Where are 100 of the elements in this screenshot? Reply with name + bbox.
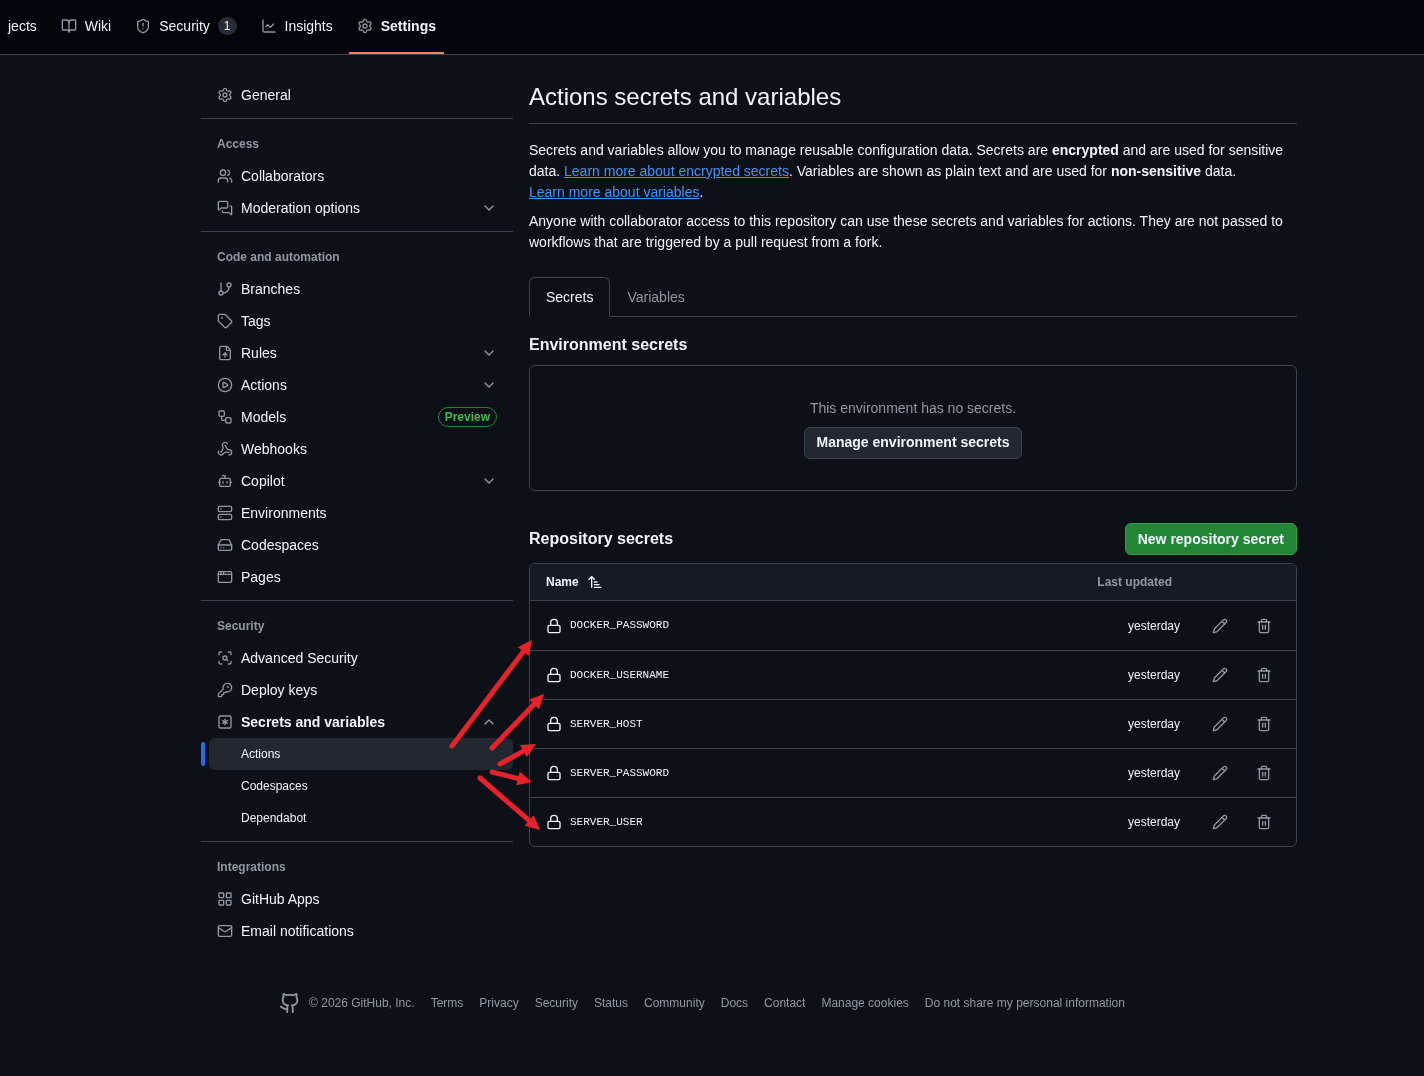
updated-time: yesterday — [1127, 814, 1180, 831]
delete-icon[interactable] — [1256, 716, 1272, 732]
sidebar-heading: Access — [216, 136, 261, 153]
shield-icon — [135, 18, 152, 34]
sidebar-item[interactable]: Email notifications — [201, 915, 513, 947]
edit-icon[interactable] — [1212, 617, 1228, 634]
copyright-text: © 2026 GitHub, Inc. — [309, 995, 415, 1012]
lock-icon — [546, 814, 562, 830]
repo-nav-tab[interactable]: Security 1 — [127, 0, 245, 54]
browser-icon — [217, 569, 233, 585]
play-icon — [217, 377, 233, 393]
book-icon — [60, 18, 77, 34]
comment-icon — [217, 200, 233, 216]
secret-name: SERVER_PASSWORD — [570, 765, 671, 781]
secret-name: SERVER_HOST — [570, 716, 644, 732]
scan-icon — [217, 650, 233, 666]
footer-link[interactable]: Do not share my personal information — [924, 994, 1125, 1012]
sidebar-item[interactable]: Codespaces — [201, 529, 513, 561]
intro-paragraph: Secrets and variables allow you to manage reusable configuration data. Secrets are encrypted and are used for sensitive data. Learn more about encrypted secrets. Variables are shown as plain text and are used for non-sensitive data. Learn more about variables. — [529, 141, 1285, 202]
repo-nav-tab[interactable]: Wiki — [52, 0, 120, 54]
edit-icon[interactable] — [1212, 716, 1228, 732]
section-heading: Environment secrets — [529, 335, 689, 355]
secret-name: SERVER_USER — [570, 814, 644, 830]
lock-icon — [546, 765, 562, 781]
delete-icon[interactable] — [1256, 814, 1272, 830]
sidebar-subitem[interactable]: Actions — [209, 738, 513, 770]
file-arrow-icon — [217, 345, 233, 361]
sidebar-subitem[interactable]: Dependabot — [209, 802, 513, 834]
sidebar-item[interactable]: Branches — [201, 273, 513, 305]
settings-icon — [356, 18, 373, 34]
key-icon — [217, 682, 233, 698]
sort-icon[interactable] — [586, 574, 603, 590]
delete-icon[interactable] — [1256, 617, 1272, 634]
sidebar-item[interactable]: Pages — [201, 561, 513, 593]
page-title: Actions secrets and variables — [529, 79, 1297, 124]
grid-icon — [217, 891, 233, 907]
section-heading: Repository secrets — [529, 529, 674, 549]
edit-icon[interactable] — [1212, 667, 1228, 683]
tag-icon — [217, 313, 233, 329]
nodes-icon — [217, 409, 233, 425]
footer-link[interactable]: Community — [644, 994, 705, 1012]
edit-icon[interactable] — [1212, 814, 1228, 830]
sidebar-item[interactable]: Copilot — [201, 465, 513, 497]
sidebar-item[interactable]: GitHub Apps — [201, 883, 513, 915]
branch-icon — [217, 281, 233, 297]
footer-link[interactable]: Status — [594, 994, 629, 1012]
note-paragraph: Anyone with collaborator access to this repository can use these secrets and variables for actions. They are not passed to workflows that are triggered by a pull request from a fork. — [529, 212, 1284, 252]
repo-nav-tab[interactable]: Settings — [348, 0, 444, 54]
sidebar-item[interactable]: Environments — [201, 497, 513, 529]
people-icon — [217, 168, 233, 184]
sidebar-item[interactable]: Tags — [201, 305, 513, 337]
tab[interactable]: Secrets — [529, 277, 611, 317]
sidebar-item[interactable]: Models Preview — [201, 401, 513, 433]
counter-badge: 1 — [217, 17, 237, 35]
empty-message: This environment has no secrets. — [809, 398, 1017, 418]
footer-link[interactable]: Manage cookies — [821, 994, 909, 1012]
lock-icon — [546, 716, 562, 732]
sidebar-heading: Integrations — [216, 859, 287, 876]
secret-name: DOCKER_USERNAME — [570, 667, 671, 683]
footer-link[interactable]: Privacy — [479, 994, 519, 1012]
sidebar-subitem[interactable]: Codespaces — [209, 770, 513, 802]
column-header[interactable]: Name — [546, 573, 579, 591]
footer-link[interactable]: Security — [534, 994, 578, 1012]
sidebar-item[interactable]: General — [201, 79, 513, 111]
sidebar-item[interactable]: Webhooks — [201, 433, 513, 465]
manage-environment-secrets-button[interactable]: Manage environment secrets — [803, 426, 1023, 459]
sidebar-item[interactable]: Moderation options — [201, 192, 513, 224]
sidebar-item[interactable]: Advanced Security — [201, 642, 513, 674]
lock-icon — [546, 667, 562, 683]
footer-link[interactable]: Terms — [430, 994, 464, 1012]
delete-icon[interactable] — [1256, 667, 1272, 683]
learn-more-link[interactable]: Learn more about encrypted secrets — [564, 163, 789, 179]
updated-time: yesterday — [1127, 716, 1180, 733]
tab[interactable]: Variables — [610, 277, 702, 317]
lock-icon — [546, 617, 562, 634]
sidebar-item[interactable]: Secrets and variables — [201, 706, 513, 738]
footer-link[interactable]: Contact — [764, 994, 806, 1012]
sidebar-item[interactable]: Actions — [201, 369, 513, 401]
webhook-icon — [217, 441, 233, 457]
active-indicator — [201, 742, 205, 766]
updated-time: yesterday — [1127, 765, 1180, 782]
mail-icon — [217, 923, 233, 939]
sidebar-item[interactable]: Collaborators — [201, 160, 513, 192]
sidebar-item[interactable]: Rules — [201, 337, 513, 369]
updated-time: yesterday — [1127, 617, 1180, 635]
delete-icon[interactable] — [1256, 765, 1272, 781]
secret-name: DOCKER_PASSWORD — [570, 618, 671, 634]
footer-link[interactable]: Docs — [720, 994, 749, 1012]
edit-icon[interactable] — [1212, 765, 1228, 781]
repo-nav-tab[interactable]: jects — [0, 0, 45, 54]
robot-icon — [217, 473, 233, 489]
sidebar-item[interactable]: Deploy keys — [201, 674, 513, 706]
updated-time: yesterday — [1127, 667, 1180, 684]
drive-icon — [217, 537, 233, 553]
new-secret-button[interactable]: New repository secret — [1124, 523, 1297, 555]
settings-icon — [217, 87, 233, 103]
column-header: Last updated — [1097, 574, 1172, 591]
repo-nav-tab[interactable]: Insights — [252, 0, 341, 54]
asterisk-icon — [217, 714, 233, 730]
sidebar-heading: Security — [216, 618, 266, 635]
